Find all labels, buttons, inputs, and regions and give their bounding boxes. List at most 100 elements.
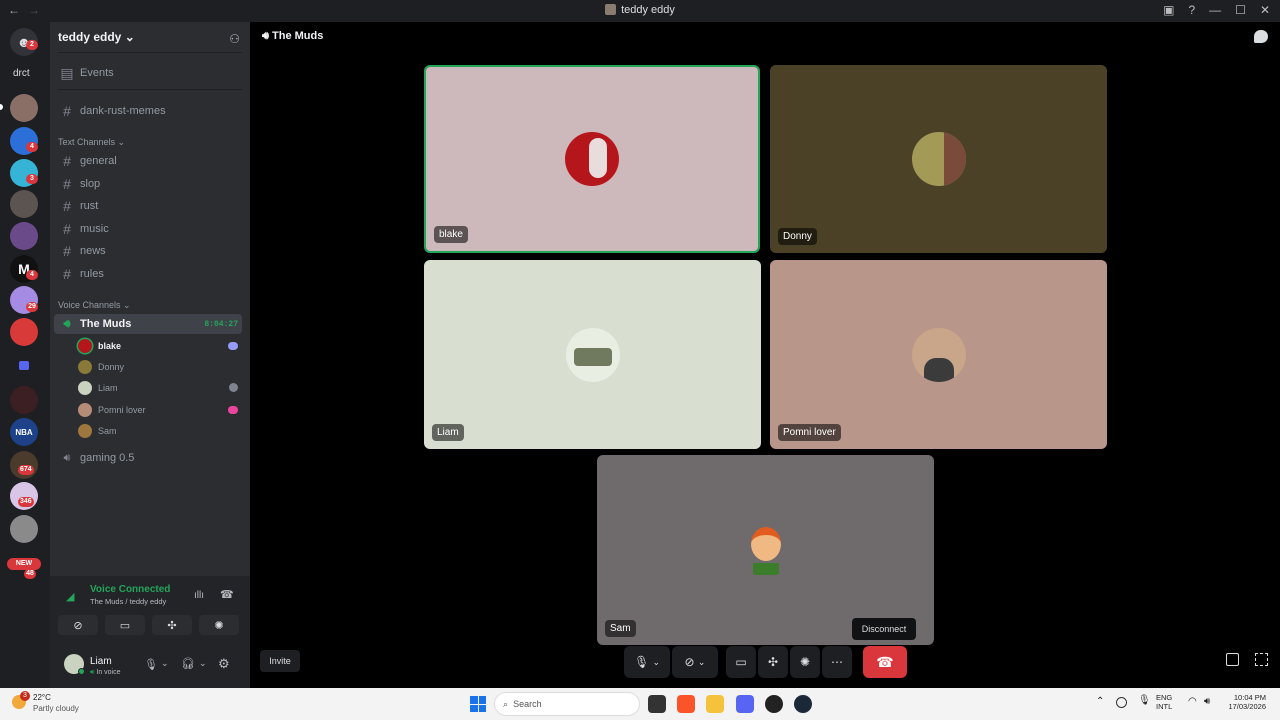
voice-channel-label: The Muds [80,318,132,330]
voice-channel[interactable]: 🔊︎ gaming 0.5 [54,448,242,468]
avatar [738,523,793,577]
hash-icon: # [63,266,71,282]
signal-icon[interactable]: ◢ [66,590,74,603]
channel-item[interactable]: # rules [54,264,242,284]
server-avatar[interactable] [10,515,38,543]
channel-item[interactable]: # music [54,219,242,239]
maximize-button[interactable]: ☐ [1235,3,1246,17]
noise-suppression-icon[interactable]: ıllı [194,590,204,601]
avatar [78,360,92,374]
voice-user[interactable]: Pomni lover [78,401,146,419]
file-explorer-icon[interactable] [706,695,724,713]
chevron-up-icon[interactable]: ⌃ [1096,696,1104,707]
server-avatar[interactable] [10,190,38,218]
channel-label: dank-rust-memes [80,105,166,117]
channel-item[interactable]: # rust [54,196,242,216]
disconnect-icon[interactable]: ☎ [220,588,234,601]
voice-user[interactable]: blake [78,337,121,355]
screen-share-button[interactable]: ▭ [726,646,756,678]
microphone-button[interactable]: 🎙︎ ⌄ [624,646,670,678]
screen-share-button[interactable]: ▭ [105,615,145,635]
volume-icon[interactable]: 🔊︎ [1204,696,1210,707]
voice-connected-label[interactable]: Voice Connected [90,584,170,595]
server-header[interactable]: teddy eddy ⌄ [58,30,135,44]
voice-call-stage: 🔊︎ The Muds blake Donny Liam Pomni lover… [250,22,1280,688]
server-avatar[interactable]: NBA [10,418,38,446]
add-friend-icon[interactable]: ⚇ [229,32,240,46]
temperature[interactable]: 22°C [33,693,51,702]
channel-item[interactable]: # slop [54,174,242,194]
window-title: teddy eddy [0,4,1280,16]
user-panel: Liam 🔊︎ In voice 🎙︎ ⌄ 🎧︎ ⌄ ⚙ [50,648,250,688]
participant-tile[interactable]: Pomni lover [770,260,1107,449]
help-icon[interactable]: ? [1188,3,1195,17]
avatar [78,339,92,353]
start-button[interactable] [470,696,486,712]
brave-browser-icon[interactable] [677,695,695,713]
taskbar-search[interactable]: ⌕ Search [494,692,640,716]
clock[interactable]: 10:04 PM 17/03/2026 [1228,693,1266,711]
channel-sidebar: teddy eddy ⌄ ⚇ ▤ Events # dank-rust-memes … [50,22,250,576]
discord-app-icon[interactable] [736,695,754,713]
close-button[interactable]: ✕ [1260,3,1270,17]
camera-off-button[interactable]: ⊘ [58,615,98,635]
microphone-icon[interactable]: 🎙︎ [144,658,158,671]
server-badge: 346 [18,497,34,507]
chat-icon[interactable] [1254,30,1268,43]
soundboard-button[interactable]: ✺ [790,646,820,678]
participant-tile[interactable]: Liam [424,260,761,449]
username[interactable]: Liam [90,656,112,667]
events-item[interactable]: ▤ Events [54,63,242,83]
channel-item[interactable]: # general [54,151,242,171]
tray-icon[interactable] [1116,697,1127,708]
task-view-icon[interactable] [648,695,666,713]
activities-button[interactable]: ✣ [758,646,788,678]
category-text-channels[interactable]: Text Channels ⌄ [58,137,125,148]
server-avatar[interactable] [10,318,38,346]
channel-item[interactable]: # dank-rust-memes [54,101,242,121]
folder-icon[interactable] [19,361,29,370]
minimize-button[interactable]: — [1209,3,1221,17]
server-avatar[interactable] [10,222,38,250]
gear-icon[interactable]: ⚙ [218,656,230,672]
voice-channel-active[interactable]: 🔊︎ The Muds 8:04:27 [54,314,242,334]
voice-location[interactable]: The Muds / teddy eddy [90,597,166,606]
voice-user[interactable]: Liam [78,379,118,397]
popout-icon[interactable] [1226,653,1239,666]
hash-icon: # [63,103,71,119]
disconnect-button[interactable]: ☎ [863,646,907,678]
invite-button[interactable]: Invite [260,650,300,672]
server-avatar[interactable] [10,386,38,414]
voice-user[interactable]: Donny [78,358,124,376]
wifi-icon[interactable]: ◠ [1188,696,1197,707]
speaker-icon: 🔊︎ [63,317,71,330]
language-indicator[interactable]: ENG INTL [1156,693,1172,711]
channel-item[interactable]: # news [54,241,242,261]
microphone-tray-icon[interactable]: 🎙︎ [1138,695,1151,706]
voice-status-panel: ◢ Voice Connected The Muds / teddy eddy … [50,576,250,688]
participant-tile[interactable]: Sam [597,455,934,645]
app-icon[interactable] [765,695,783,713]
activities-button[interactable]: ✣ [152,615,192,635]
soundboard-button[interactable]: ✺ [199,615,239,635]
camera-button[interactable]: ⊘ ⌄ [672,646,718,678]
participant-tile[interactable]: Donny [770,65,1107,253]
user-status: 🔊︎ In voice [90,669,121,676]
server-badge: 3 [26,174,38,184]
inbox-icon[interactable]: ▣ [1163,3,1174,17]
more-options-button[interactable]: ⋯ [822,646,852,678]
server-badge: 4 [26,142,38,152]
chevron-down-icon: ⌄ [124,30,135,44]
headphones-icon[interactable]: 🎧︎ [181,657,195,670]
fullscreen-icon[interactable] [1255,653,1268,666]
steam-icon[interactable] [794,695,812,713]
weather-conditions[interactable]: Partly cloudy [33,704,79,713]
chevron-down-icon[interactable]: ⌄ [199,658,207,669]
server-avatar[interactable] [10,94,38,122]
participant-tile[interactable]: blake [424,65,760,253]
folder-label[interactable]: drct [13,68,30,79]
voice-user[interactable]: Sam [78,422,117,440]
chevron-down-icon[interactable]: ⌄ [161,658,169,669]
category-voice-channels[interactable]: Voice Channels ⌄ [58,300,131,311]
online-status-icon [78,668,85,675]
